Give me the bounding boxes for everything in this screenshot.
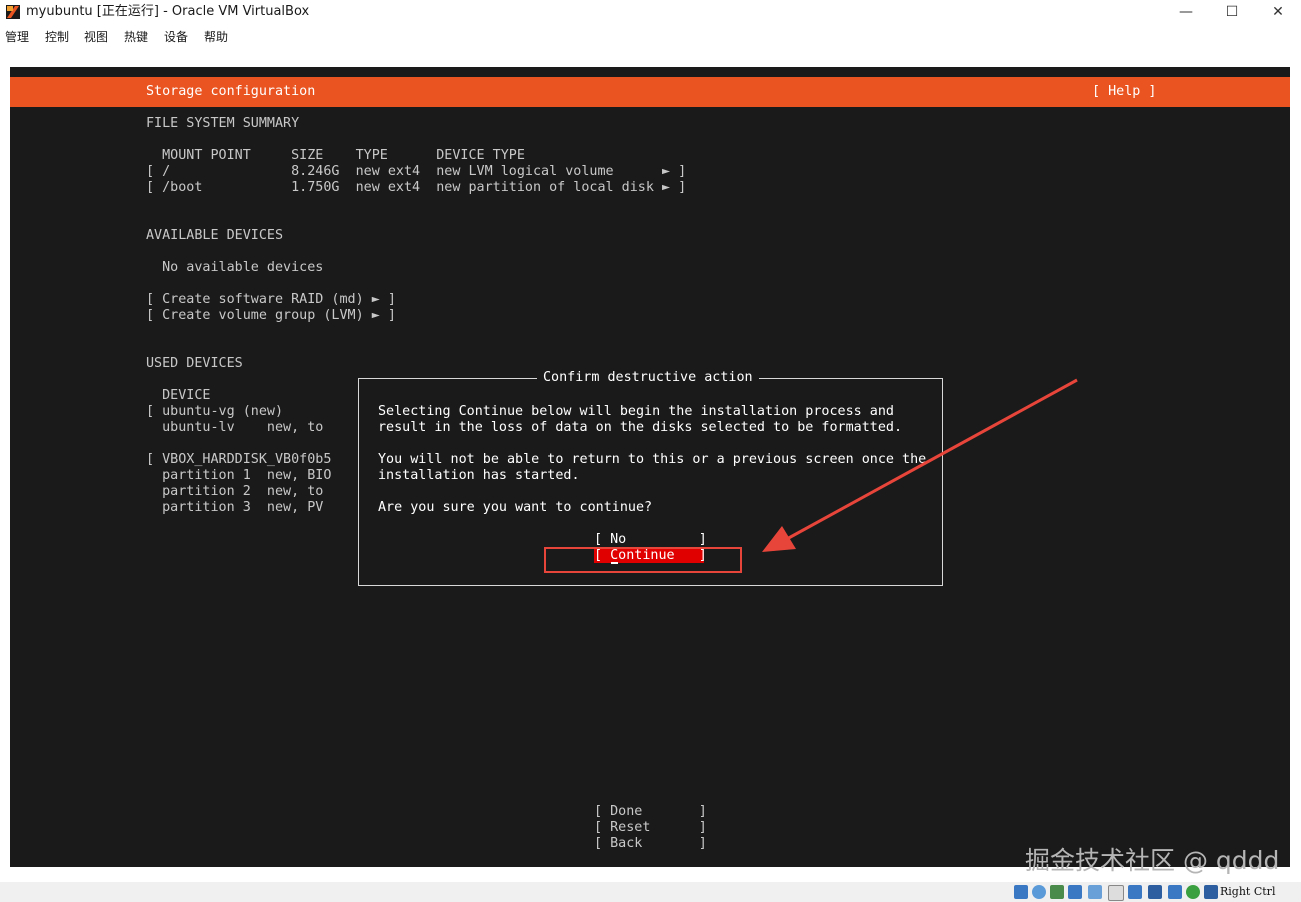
optical-drive-icon[interactable]	[1032, 885, 1046, 899]
cpu-icon[interactable]	[1168, 885, 1182, 899]
create-raid-button[interactable]: [ Create software RAID (md) ► ]	[146, 292, 396, 308]
dialog-message-line: You will not be able to return to this o…	[378, 452, 927, 467]
network-icon[interactable]	[1068, 885, 1082, 899]
keyboard-capture-icon[interactable]	[1204, 885, 1218, 899]
video-capture-icon[interactable]	[1148, 885, 1162, 899]
reset-button[interactable]: [ Reset ]	[594, 820, 707, 836]
maximize-button[interactable]: ☐	[1209, 0, 1255, 24]
available-devices-heading: AVAILABLE DEVICES	[146, 228, 284, 243]
used-devices-column-header: DEVICE	[146, 388, 211, 403]
shared-folders-icon[interactable]	[1108, 885, 1124, 901]
menu-hotkeys[interactable]: 热键	[124, 30, 148, 44]
dialog-question: Are you sure you want to continue?	[378, 500, 653, 515]
create-volume-group-button[interactable]: [ Create volume group (LVM) ► ]	[146, 308, 396, 324]
used-device-row: ubuntu-lv new, to	[146, 420, 324, 435]
vm-screen[interactable]: Storage configuration [ Help ] FILE SYST…	[10, 67, 1290, 867]
used-device-row: partition 3 new, PV	[146, 500, 324, 515]
watermark-text: 掘金技术社区 @ qddd	[1025, 846, 1280, 875]
minimize-button[interactable]: —	[1163, 0, 1209, 24]
dialog-message-line: Selecting Continue below will begin the …	[378, 404, 894, 419]
used-devices-heading: USED DEVICES	[146, 356, 243, 371]
fs-summary-row-root[interactable]: [ / 8.246G new ext4 new LVM logical volu…	[146, 164, 686, 180]
dialog-message-line: installation has started.	[378, 468, 580, 483]
menu-devices[interactable]: 设备	[164, 30, 188, 44]
annotation-highlight-box	[544, 547, 742, 573]
virtualbox-app-icon	[6, 5, 20, 19]
dialog-no-button[interactable]: [ No ]	[594, 532, 707, 548]
host-key-label: Right Ctrl	[1220, 885, 1276, 898]
used-device-row: partition 1 new, BIO	[146, 468, 332, 483]
window-title: myubuntu [正在运行] - Oracle VM VirtualBox	[26, 4, 310, 19]
done-button[interactable]: [ Done ]	[594, 804, 707, 820]
no-available-devices-text: No available devices	[146, 260, 324, 275]
used-device-row[interactable]: [ VBOX_HARDDISK_VB0f0b5	[146, 452, 331, 468]
close-button[interactable]: ✕	[1255, 0, 1301, 24]
help-button[interactable]: [ Help ]	[1092, 84, 1157, 100]
menu-control[interactable]: 控制	[45, 30, 69, 44]
menu-bar: 管理 控制 视图 热键 设备 帮助	[0, 24, 1301, 48]
back-button[interactable]: [ Back ]	[594, 836, 707, 852]
menu-view[interactable]: 视图	[84, 30, 108, 44]
menu-help[interactable]: 帮助	[204, 30, 228, 44]
used-device-row: partition 2 new, to	[146, 484, 324, 499]
dialog-title: Confirm destructive action	[537, 370, 759, 386]
fs-summary-row-boot[interactable]: [ /boot 1.750G new ext4 new partition of…	[146, 180, 686, 196]
guest-additions-icon[interactable]	[1186, 885, 1200, 899]
display-icon[interactable]	[1128, 885, 1142, 899]
dialog-message-line: result in the loss of data on the disks …	[378, 420, 903, 435]
hard-disk-icon[interactable]	[1014, 885, 1028, 899]
used-device-row[interactable]: [ ubuntu-vg (new)	[146, 404, 283, 420]
fs-summary-columns: MOUNT POINT SIZE TYPE DEVICE TYPE	[146, 148, 525, 163]
installer-header-title: Storage configuration	[146, 84, 316, 99]
window-titlebar: myubuntu [正在运行] - Oracle VM VirtualBox —…	[0, 0, 1301, 24]
fs-summary-heading: FILE SYSTEM SUMMARY	[146, 116, 300, 131]
audio-icon[interactable]	[1050, 885, 1064, 899]
vm-status-bar: Right Ctrl	[0, 882, 1301, 902]
menu-manage[interactable]: 管理	[5, 30, 29, 44]
usb-icon[interactable]	[1088, 885, 1102, 899]
